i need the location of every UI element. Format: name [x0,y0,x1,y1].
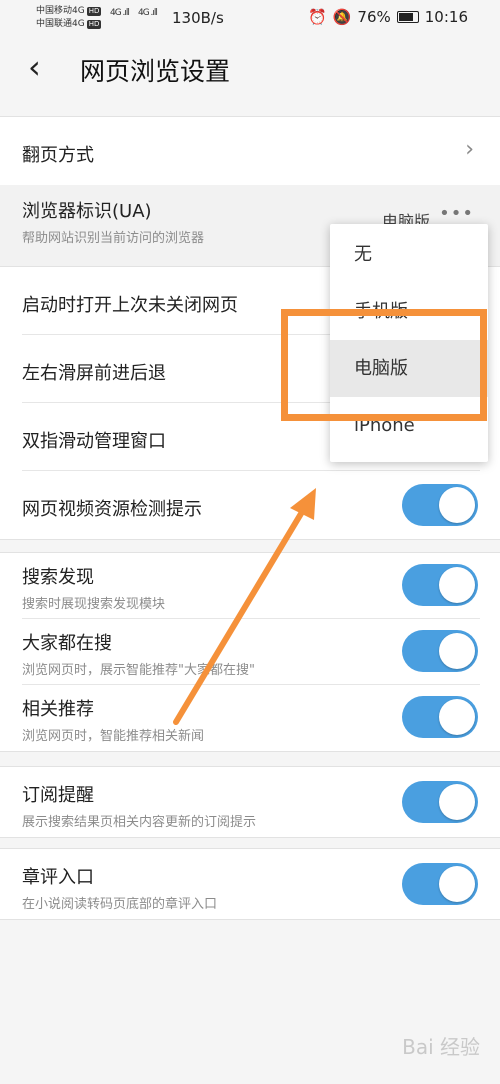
annotation-arrow [173,488,316,725]
watermark: Bai 经验 [402,1035,480,1059]
